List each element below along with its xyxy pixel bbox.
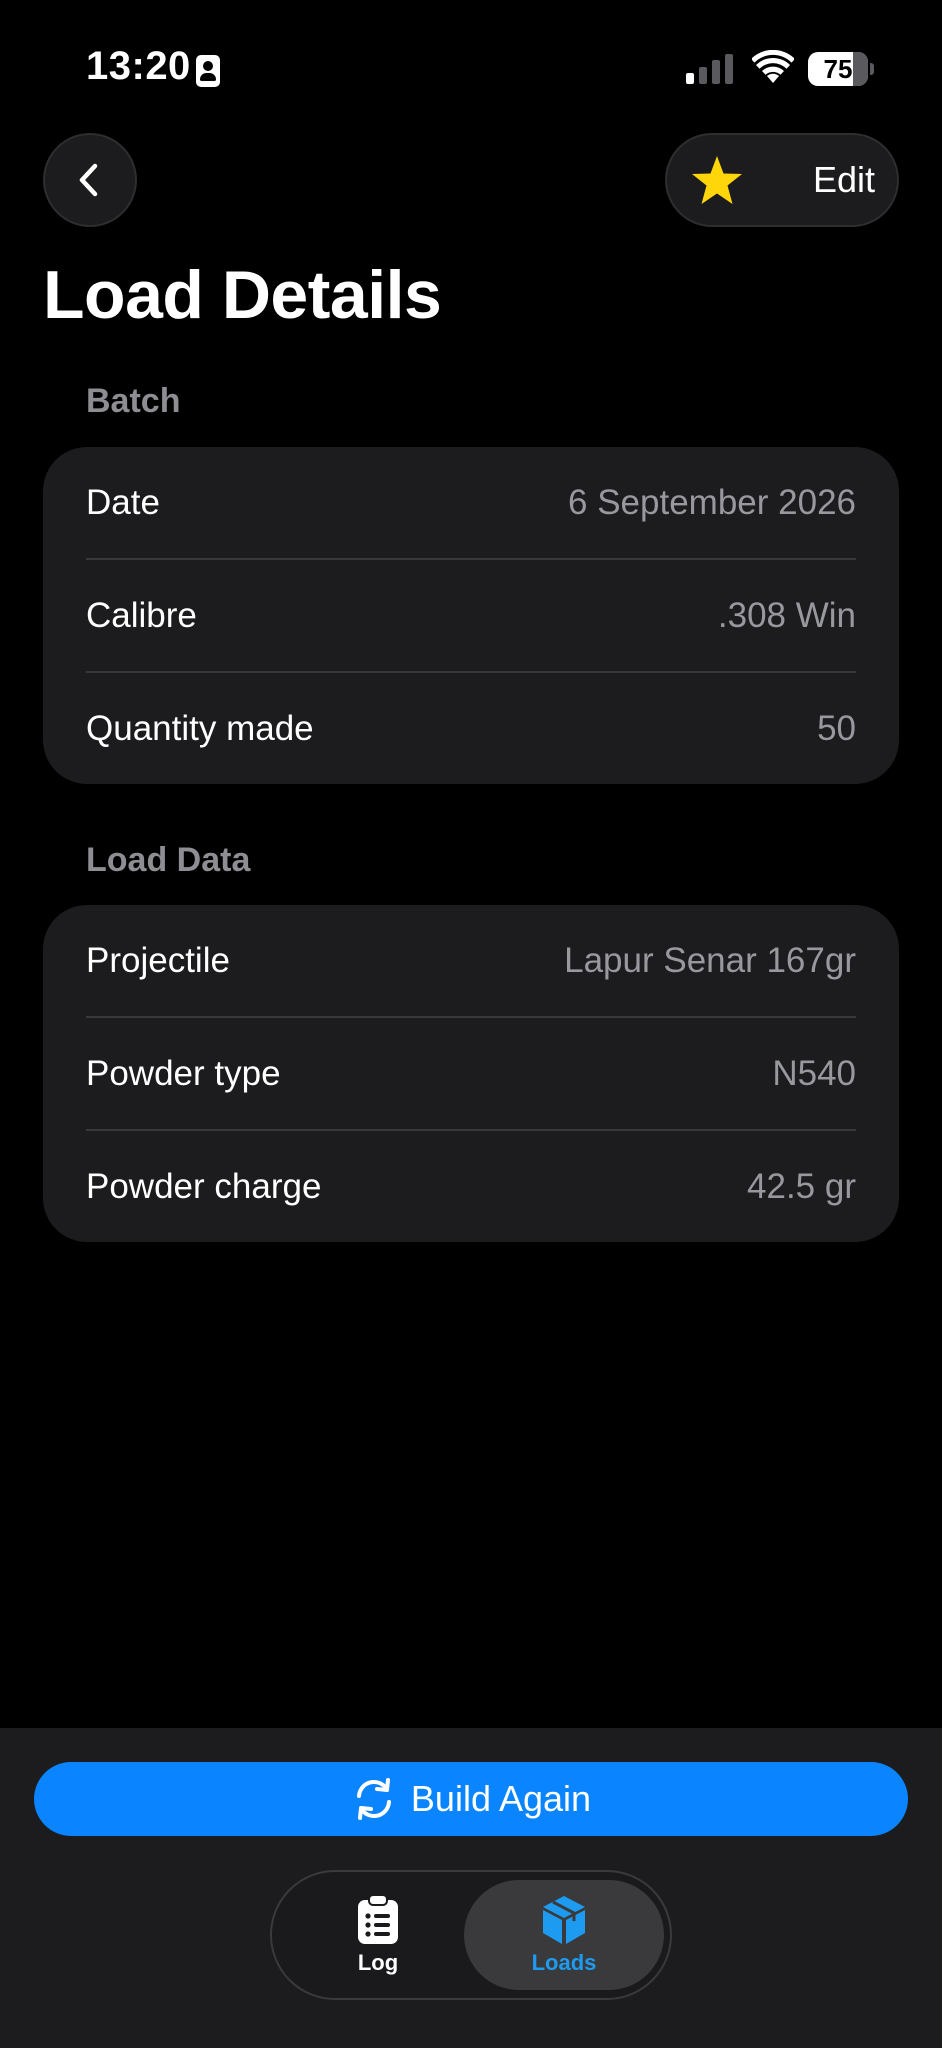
row-label: Powder charge [86,1166,322,1206]
list-row-projectile: Projectile Lapur Senar 167gr [86,905,856,1016]
tab-loads-label: Loads [531,1950,597,1975]
list-row-powder-type: Powder type N540 [86,1016,856,1129]
tab-loads[interactable]: Loads [464,1880,664,1990]
page-title: Load Details [43,257,442,333]
list-row-calibre: Calibre .308 Win [86,558,856,671]
battery-icon: 75 [808,52,874,86]
row-label: Date [86,482,160,522]
row-label: Quantity made [86,708,314,748]
list-row-date: Date 6 September 2026 [86,447,856,558]
bottom-toolbar: Build Again Log Loads [0,1728,942,2048]
tab-log-label: Log [357,1950,399,1975]
batch-section-header: Batch [86,382,181,420]
row-label: Calibre [86,595,197,635]
row-value: .308 Win [717,595,856,635]
build-again-label: Build Again [410,1778,592,1819]
row-label: Projectile [86,940,230,980]
list-row-powder-charge: Powder charge 42.5 gr [86,1129,856,1242]
battery-level: 75 [823,54,853,84]
contact-card-icon [196,55,220,87]
tab-bar: Log Loads [270,1870,672,2000]
star-icon [692,156,742,204]
back-button[interactable] [43,133,137,227]
cube-icon [543,1896,585,1944]
batch-card: Date 6 September 2026 Calibre .308 Win Q… [43,447,899,784]
load-data-card: Projectile Lapur Senar 167gr Powder type… [43,905,899,1242]
load-data-section-header: Load Data [86,841,251,879]
row-value: N540 [772,1053,856,1093]
row-value: 50 [817,708,856,748]
list-row-quantity: Quantity made 50 [86,671,856,784]
row-value: 6 September 2026 [568,482,856,522]
nav-actions: Edit [665,133,899,227]
cellular-signal-icon [686,54,734,84]
clipboard-list-icon [358,1894,398,1944]
status-time: 13:20 [86,44,191,88]
status-bar: 13:20 75 [0,0,942,120]
tab-log[interactable]: Log [278,1880,478,1990]
build-again-button[interactable]: Build Again [34,1762,908,1836]
load-details-screen: 13:20 75 Edit Load Details Batch Date 6 … [0,0,942,2048]
refresh-icon [356,1778,391,1820]
edit-button[interactable]: Edit [813,135,875,225]
row-label: Powder type [86,1053,281,1093]
wifi-icon [752,50,794,83]
chevron-left-icon [79,163,98,197]
favorite-button[interactable] [689,153,745,209]
row-value: Lapur Senar 167gr [564,940,856,980]
row-value: 42.5 gr [747,1166,856,1206]
